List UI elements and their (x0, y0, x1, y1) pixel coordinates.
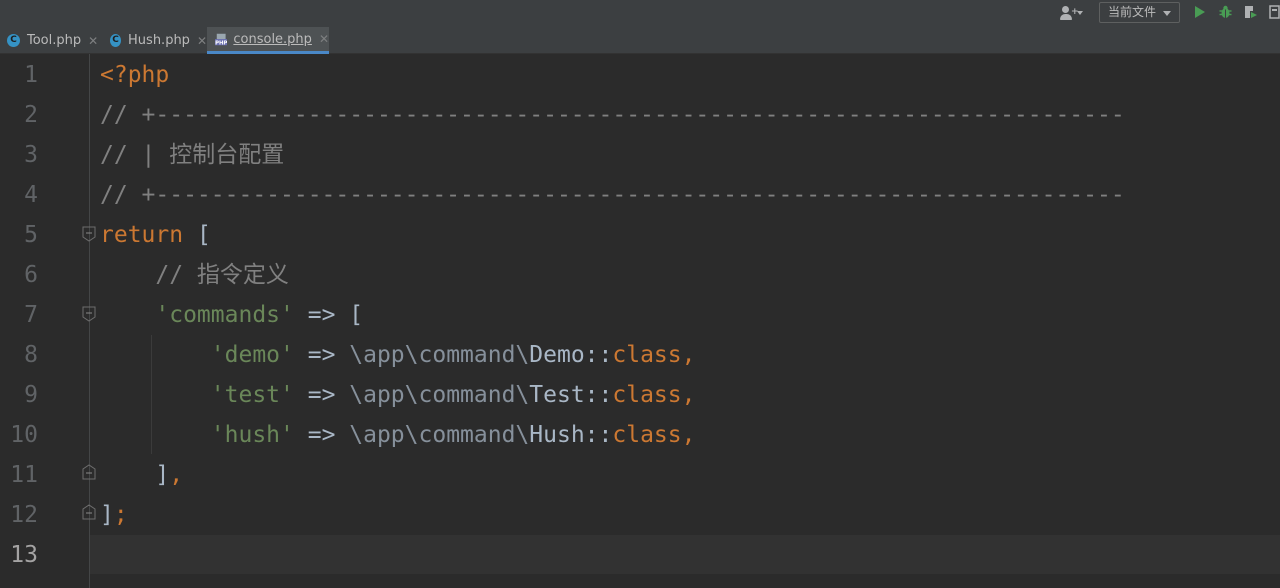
code-token: 'demo' (210, 342, 294, 368)
fold-close-icon[interactable] (82, 504, 96, 520)
tab-hush-php[interactable]: C Hush.php ✕ (103, 27, 207, 54)
code-token: => (293, 382, 350, 408)
line-number: 13 (10, 542, 38, 568)
code-line[interactable]: 'hush' => \app\command\Hush::class, (100, 415, 696, 455)
run-icon[interactable] (1195, 6, 1205, 18)
code-token: // 指令定义 (155, 262, 289, 288)
current-line-highlight (90, 535, 1280, 574)
code-token: // +------------------------------------… (100, 182, 1125, 208)
debug-icon[interactable] (1219, 5, 1232, 19)
code-token: class, (612, 382, 696, 408)
php-class-icon: C (110, 34, 122, 47)
code-line[interactable]: // | 控制台配置 (100, 135, 284, 175)
code-token: <?php (100, 62, 170, 88)
code-token: ; (113, 502, 128, 528)
line-number: 6 (24, 262, 38, 288)
code-token: Demo (529, 342, 585, 368)
code-token: :: (584, 422, 613, 448)
code-token: , (169, 462, 184, 488)
main-toolbar: + 当前文件 (0, 0, 1280, 27)
code-token: :: (584, 382, 613, 408)
code-line[interactable]: return [ (100, 215, 211, 255)
code-token: => [ (293, 302, 364, 328)
editor-tab-bar: C Tool.php ✕ C Hush.php ✕ PHP console.ph… (0, 27, 1280, 54)
line-number: 10 (10, 422, 38, 448)
code-token: 'commands' (155, 302, 294, 328)
run-configuration-select[interactable]: 当前文件 (1099, 2, 1180, 23)
line-number: 11 (10, 462, 38, 488)
code-token: ] (100, 502, 114, 528)
tab-label: Hush.php (128, 33, 190, 48)
svg-text:PHP: PHP (215, 40, 227, 46)
code-line[interactable]: <?php (100, 55, 169, 95)
user-plus-icon[interactable]: + (1058, 4, 1086, 22)
line-number: 7 (24, 302, 38, 328)
code-line[interactable]: // +------------------------------------… (100, 95, 1125, 135)
run-configuration-label: 当前文件 (1108, 5, 1157, 19)
line-number: 3 (24, 142, 38, 168)
coverage-icon[interactable] (1244, 5, 1258, 19)
close-icon[interactable]: ✕ (197, 34, 207, 48)
code-line[interactable]: ], (100, 455, 183, 495)
close-icon[interactable]: ✕ (88, 34, 98, 48)
code-token: 'hush' (210, 422, 294, 448)
code-line[interactable]: 'commands' => [ (100, 295, 363, 335)
php-class-icon: C (7, 34, 20, 47)
php-file-icon: PHP (215, 33, 228, 46)
code-line[interactable]: ]; (100, 495, 128, 535)
code-token: return (100, 222, 184, 248)
code-editor[interactable]: 1 <?php 2 // +-----------------------------… (0, 54, 1280, 588)
code-token: Test (529, 382, 585, 408)
fold-open-icon[interactable] (82, 226, 96, 242)
tab-label: console.php (233, 31, 312, 47)
code-token: 'test' (210, 382, 294, 408)
fold-close-icon[interactable] (82, 464, 96, 480)
code-token: :: (584, 342, 613, 368)
code-token: => (293, 422, 350, 448)
more-icon[interactable] (1269, 5, 1280, 20)
line-number: 12 (10, 502, 38, 528)
code-line[interactable]: // +------------------------------------… (100, 175, 1125, 215)
tab-tool-php[interactable]: C Tool.php ✕ (0, 27, 103, 54)
line-number: 9 (24, 382, 38, 408)
line-number: 1 (24, 62, 38, 88)
code-line[interactable]: // 指令定义 (100, 255, 289, 295)
line-number: 4 (24, 182, 38, 208)
code-line[interactable]: 'demo' => \app\command\Demo::class, (100, 335, 696, 375)
code-line[interactable]: 'test' => \app\command\Test::class, (100, 375, 696, 415)
code-token: // | 控制台配置 (100, 142, 285, 168)
code-token: class, (612, 422, 696, 448)
close-icon[interactable]: ✕ (319, 32, 329, 46)
fold-open-icon[interactable] (82, 306, 96, 322)
code-token: // +------------------------------------… (100, 102, 1125, 128)
tab-console-php[interactable]: PHP console.php ✕ (207, 27, 329, 54)
line-number: 2 (24, 102, 38, 128)
code-token: class, (612, 342, 696, 368)
chevron-down-icon (1163, 11, 1171, 16)
code-token: => (293, 342, 350, 368)
line-number: 8 (24, 342, 38, 368)
code-token: \app\command\ (349, 422, 530, 448)
code-token: \app\command\ (349, 382, 530, 408)
code-token: Hush (529, 422, 585, 448)
line-number: 5 (24, 222, 38, 248)
tab-label: Tool.php (27, 33, 82, 48)
code-token: [ (183, 222, 211, 248)
code-token: ] (100, 462, 170, 488)
code-token: \app\command\ (349, 342, 530, 368)
